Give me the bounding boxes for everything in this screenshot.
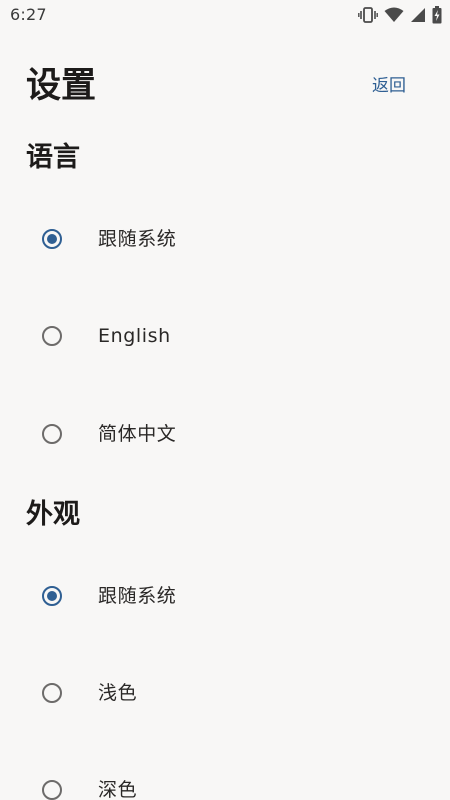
section-title-appearance: 外观	[26, 499, 80, 530]
option-label: 跟随系统	[98, 228, 177, 250]
radio-option-appearance-light[interactable]: 浅色	[0, 663, 450, 723]
status-bar: 6:27	[0, 0, 450, 30]
battery-charging-icon	[432, 6, 442, 24]
radio-button-unchecked[interactable]	[42, 780, 62, 800]
section-title-language: 语言	[26, 142, 80, 173]
option-label: 跟随系统	[98, 585, 177, 607]
radio-button-checked[interactable]	[42, 586, 62, 606]
page-title: 设置	[26, 66, 97, 106]
radio-option-language-simplified-chinese[interactable]: 简体中文	[0, 404, 450, 464]
back-button[interactable]: 返回	[372, 75, 406, 97]
option-label: English	[98, 325, 171, 347]
radio-option-appearance-system[interactable]: 跟随系统	[0, 566, 450, 626]
wifi-icon	[384, 7, 404, 23]
option-label: 简体中文	[98, 423, 177, 445]
radio-option-language-english[interactable]: English	[0, 306, 450, 366]
option-label: 浅色	[98, 682, 138, 704]
radio-option-language-system[interactable]: 跟随系统	[0, 209, 450, 269]
radio-button-unchecked[interactable]	[42, 326, 62, 346]
status-icons	[358, 4, 442, 26]
vibrate-icon	[358, 6, 378, 24]
radio-button-checked[interactable]	[42, 229, 62, 249]
status-time: 6:27	[10, 5, 47, 24]
radio-button-unchecked[interactable]	[42, 424, 62, 444]
radio-option-appearance-dark[interactable]: 深色	[0, 760, 450, 800]
option-label: 深色	[98, 779, 138, 800]
settings-screen: 6:27 设置 返回 语言 跟随系统 English 简体中文 外观 跟随系统 …	[0, 0, 450, 800]
radio-button-unchecked[interactable]	[42, 683, 62, 703]
cellular-signal-icon	[410, 7, 426, 23]
